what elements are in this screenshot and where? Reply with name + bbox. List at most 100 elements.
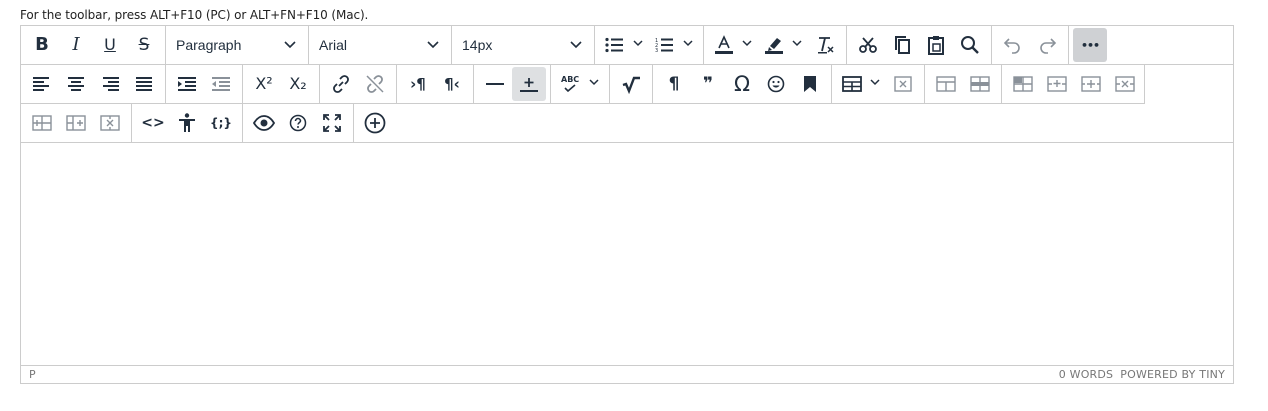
align-left-icon [33,77,49,91]
insert-column-button[interactable] [1074,67,1108,101]
superscript-icon: X² [255,74,273,93]
block-format-value: Paragraph [176,37,242,53]
chevron-down-icon [683,40,693,47]
superscript-button[interactable]: X² [247,67,281,101]
underline-button[interactable]: U [93,28,127,62]
powered-by-link[interactable]: POWERED BY TINY [1120,368,1225,381]
font-size-value: 14px [462,37,493,53]
editor-content-area[interactable] [21,143,1233,366]
fullscreen-button[interactable] [315,106,349,140]
align-justify-icon [136,77,152,91]
delete-row-icon [1115,76,1135,92]
outdent-icon [212,77,230,91]
source-code-icon: <> [141,115,165,131]
ltr-button[interactable]: ›¶ [401,67,435,101]
element-path[interactable]: P [29,368,36,381]
undo-button[interactable] [996,28,1030,62]
special-character-button[interactable]: Ω [725,67,759,101]
indent-button[interactable] [170,67,204,101]
add-content-button[interactable] [358,106,392,140]
more-button[interactable]: ••• [1073,28,1107,62]
emoticons-button[interactable] [759,67,793,101]
copy-icon [895,36,910,54]
spellcheck-label: ABC [561,75,580,84]
horizontal-line-button[interactable] [478,67,512,101]
chevron-down-icon [570,41,582,49]
clear-formatting-icon [818,37,834,54]
table-column-group [21,104,132,142]
align-right-button[interactable] [93,67,127,101]
page-break-button[interactable] [512,67,546,101]
link-icon [333,75,349,93]
outdent-button[interactable] [204,67,238,101]
delete-table-icon [894,76,912,92]
preview-button[interactable] [247,106,281,140]
delete-row-button[interactable] [1108,67,1142,101]
italic-button[interactable]: I [59,28,93,62]
blockquote-button[interactable]: ❞ [691,67,725,101]
quote-icon: ❞ [703,73,713,94]
table-row-group [925,65,1002,103]
math-group [610,65,653,103]
font-size-group: 14px [452,26,595,64]
table-row-props-button[interactable] [929,67,963,101]
find-replace-button[interactable] [953,28,987,62]
cut-button[interactable] [851,28,885,62]
word-count[interactable]: 0 WORDS [1059,368,1114,381]
anchor-button[interactable] [793,67,827,101]
redo-button[interactable] [1030,28,1064,62]
spellcheck-group: ABC [551,65,610,103]
insert-row-before-button[interactable] [1006,67,1040,101]
font-size-select[interactable]: 14px [456,28,590,62]
clear-formatting-button[interactable] [808,28,842,62]
bullet-list-button[interactable] [599,28,649,62]
help-button[interactable] [281,106,315,140]
paste-button[interactable] [919,28,953,62]
insert-column-after-button[interactable] [59,106,93,140]
unlink-button[interactable] [358,67,392,101]
ltr-icon: ›¶ [410,74,426,93]
insert-column-before-button[interactable] [25,106,59,140]
font-family-group: Arial [309,26,452,64]
bold-icon: B [35,34,49,55]
toolbar-hint: For the toolbar, press ALT+F10 (PC) or A… [20,8,369,22]
show-blocks-button[interactable]: ¶ [657,67,691,101]
template-button[interactable]: {;} [204,106,238,140]
highlight-color-button[interactable] [758,28,808,62]
scissors-icon [859,37,877,53]
fullscreen-icon [323,114,341,132]
math-equation-button[interactable] [614,67,648,101]
insert-row-after-button[interactable] [1040,67,1074,101]
table-button[interactable] [836,67,886,101]
insert-link-button[interactable] [324,67,358,101]
text-color-button[interactable] [708,28,758,62]
source-code-button[interactable]: <> [136,106,170,140]
rtl-icon: ¶‹ [444,74,460,93]
direction-group: ›¶ ¶‹ [397,65,474,103]
rtl-button[interactable]: ¶‹ [435,67,469,101]
check-icon [564,84,576,92]
format-group: B I U S [21,26,166,64]
strikethrough-button[interactable]: S [127,28,161,62]
align-center-button[interactable] [59,67,93,101]
table-cell-props-button[interactable] [963,67,997,101]
history-group [992,26,1069,64]
align-justify-button[interactable] [127,67,161,101]
block-format-group: Paragraph [166,26,309,64]
accessibility-checker-button[interactable] [170,106,204,140]
subscript-button[interactable]: X₂ [281,67,315,101]
numbered-list-button[interactable]: 123 [649,28,699,62]
align-left-button[interactable] [25,67,59,101]
script-group: X² X₂ [243,65,320,103]
spellcheck-button[interactable]: ABC [555,67,605,101]
table-edit-group [1002,65,1146,103]
delete-table-button[interactable] [886,67,920,101]
chevron-down-icon [633,40,643,47]
block-format-select[interactable]: Paragraph [170,28,304,62]
copy-button[interactable] [885,28,919,62]
bold-button[interactable]: B [25,28,59,62]
smiley-icon [767,75,785,93]
delete-column-button[interactable] [93,106,127,140]
help-icon [289,114,307,132]
font-family-select[interactable]: Arial [313,28,447,62]
